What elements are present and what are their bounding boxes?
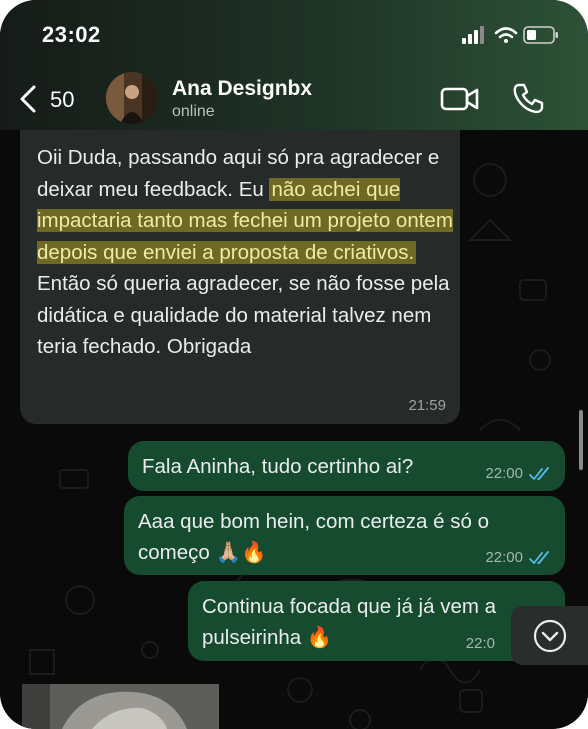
outgoing-message-text: Continua focada que já já vem a pulseiri… bbox=[202, 595, 497, 649]
photo-preview bbox=[22, 684, 219, 729]
avatar-image bbox=[106, 72, 158, 124]
double-check-icon bbox=[529, 550, 549, 564]
incoming-message-bubble[interactable]: Oii Duda, passando aqui só pra agradecer… bbox=[20, 130, 460, 424]
phone-icon bbox=[513, 83, 544, 114]
outgoing-message-bubble[interactable]: Continua focada que já já vem a pulseiri… bbox=[188, 581, 565, 661]
message-text-part: Então só queria agradecer, se não fosse … bbox=[37, 272, 450, 358]
unread-count[interactable]: 50 bbox=[50, 87, 74, 113]
message-time: 22:0 bbox=[465, 635, 495, 652]
battery-icon bbox=[523, 26, 558, 44]
message-meta: 22:00 bbox=[485, 549, 551, 566]
status-time: 23:02 bbox=[42, 22, 101, 47]
image-message-thumbnail[interactable] bbox=[22, 684, 219, 729]
message-meta: 22:00 bbox=[485, 465, 551, 482]
message-time: 21:59 bbox=[408, 397, 446, 414]
video-camera-icon bbox=[440, 87, 479, 111]
scrollbar[interactable] bbox=[579, 410, 583, 470]
incoming-message-text: Oii Duda, passando aqui só pra agradecer… bbox=[37, 142, 457, 363]
outgoing-message-text: Fala Aninha, tudo certinho ai? bbox=[142, 455, 414, 478]
contact-name[interactable]: Ana Designbx bbox=[172, 77, 312, 101]
message-meta: 22:0 bbox=[466, 635, 495, 652]
back-chevron-icon bbox=[20, 85, 36, 113]
phone-screen: 23:02 50 Ana Designbx online Oii Duda, p… bbox=[0, 0, 588, 729]
message-time: 22:00 bbox=[485, 465, 523, 482]
signal-icon bbox=[462, 26, 484, 44]
chat-header bbox=[0, 0, 588, 130]
wifi-icon bbox=[494, 27, 518, 43]
status-icons bbox=[462, 24, 562, 51]
voice-call-button[interactable] bbox=[512, 82, 544, 119]
chevron-down-icon bbox=[533, 619, 567, 653]
outgoing-message-bubble[interactable]: Aaa que bom hein, com certeza é só o com… bbox=[124, 496, 565, 575]
message-time: 22:00 bbox=[485, 549, 523, 566]
contact-status: online bbox=[172, 103, 215, 120]
double-check-icon bbox=[529, 466, 549, 480]
contact-avatar[interactable] bbox=[106, 72, 158, 124]
video-call-button[interactable] bbox=[440, 84, 480, 119]
scroll-to-bottom-button[interactable] bbox=[511, 606, 588, 665]
back-button[interactable] bbox=[16, 84, 40, 119]
outgoing-message-bubble[interactable]: Fala Aninha, tudo certinho ai? 22:00 bbox=[128, 441, 565, 491]
